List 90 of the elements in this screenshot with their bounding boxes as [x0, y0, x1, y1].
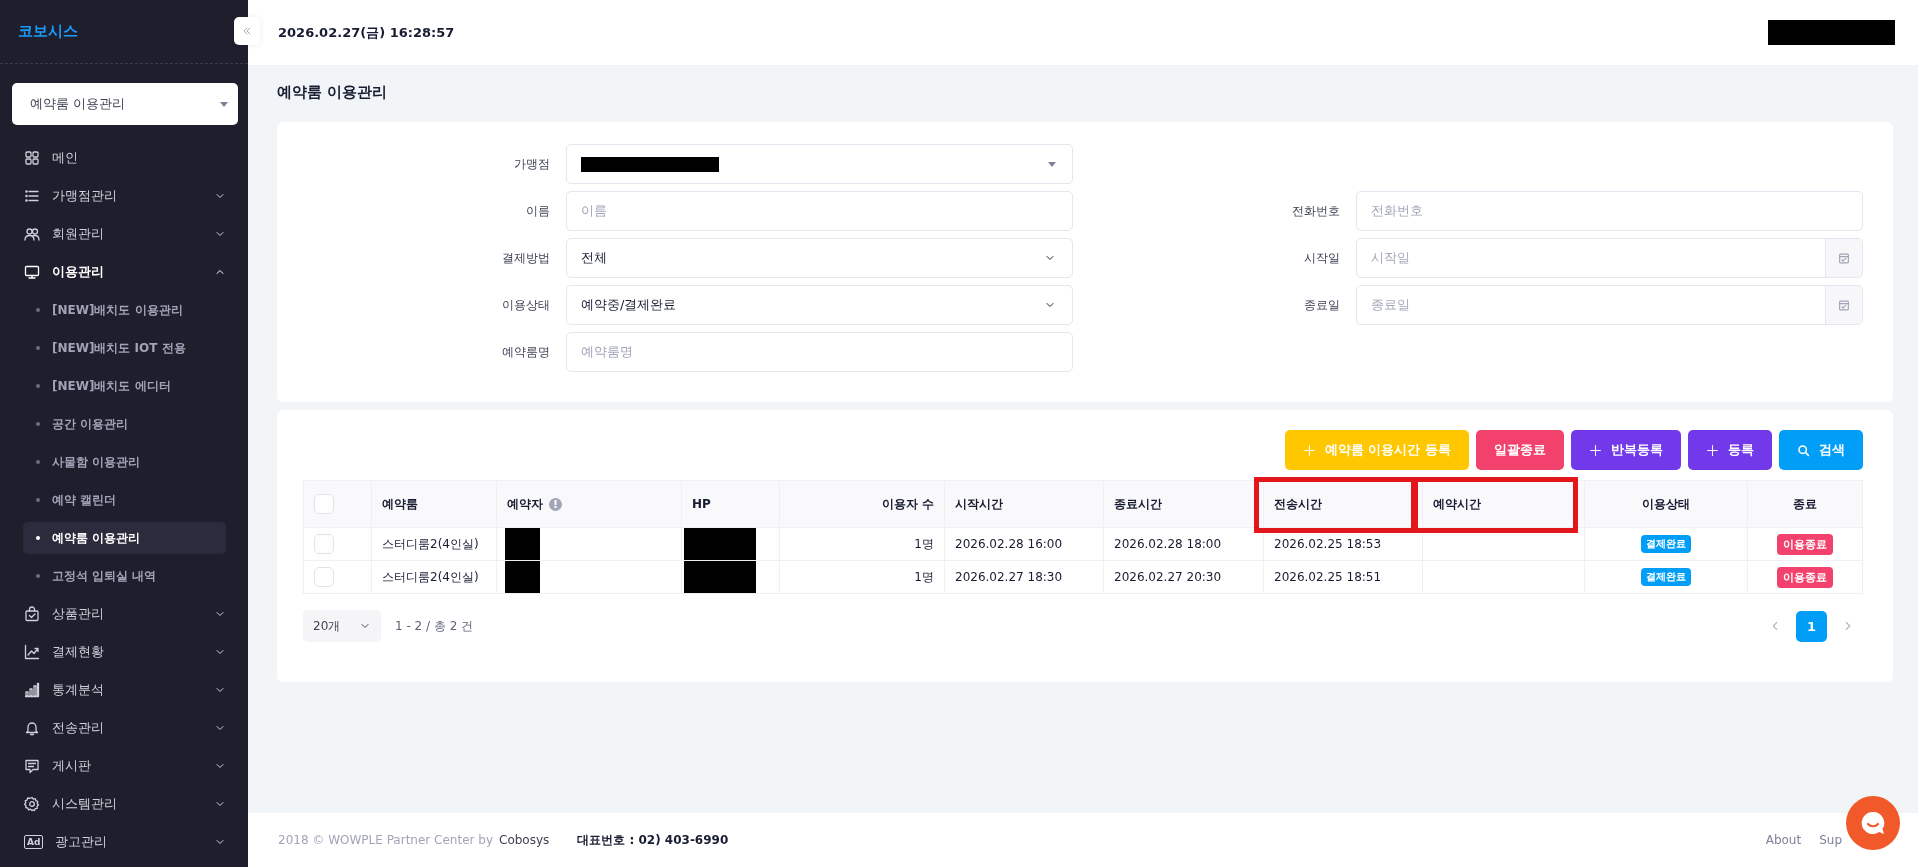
table-cell: 1명 — [779, 527, 945, 561]
column-header: 이용자 수 — [779, 480, 945, 528]
checkbox[interactable] — [314, 567, 334, 587]
table-cell: 2026.02.27 18:30 — [944, 560, 1104, 594]
action-button[interactable]: 일괄종료 — [1476, 430, 1564, 470]
status-badge: 결제완료 — [1641, 568, 1691, 586]
field-label: 가맹점 — [514, 155, 550, 173]
table-cell: 2026.02.27 20:30 — [1103, 560, 1264, 594]
menu-item[interactable]: 전송관리 — [0, 709, 248, 747]
menu-item[interactable]: 이용관리 — [0, 253, 248, 291]
grid-icon — [24, 150, 40, 166]
bar-chart-icon — [24, 682, 40, 698]
bell-icon — [24, 720, 40, 736]
footer-link[interactable]: About — [1765, 833, 1802, 847]
table-cell: 1명 — [779, 560, 945, 594]
dropdown[interactable]: 예약중/결제완료 — [566, 285, 1073, 325]
menu-item[interactable]: 시스템관리 — [0, 785, 248, 823]
dropdown[interactable]: 전체 — [566, 238, 1073, 278]
status-badge: 결제완료 — [1641, 535, 1691, 553]
store-select[interactable] — [566, 144, 1073, 184]
submenu-item[interactable]: [NEW]배치도 이용관리 — [23, 294, 226, 326]
message-icon — [24, 758, 40, 774]
plus-icon — [1302, 443, 1316, 457]
page-size-select[interactable]: 20개 — [303, 610, 381, 642]
table-cell: 스터디룸2(4인실) — [371, 527, 497, 561]
calendar-icon — [1837, 251, 1851, 265]
caret-icon — [1048, 161, 1056, 167]
column-header: 종료 — [1747, 480, 1863, 528]
search-icon — [1797, 443, 1810, 457]
datetime: 2026.02.27(금) 16:28:57 — [278, 23, 455, 42]
collapse-button[interactable] — [234, 17, 260, 45]
field-label: 결제방법 — [502, 249, 550, 267]
submenu-item[interactable]: [NEW]배치도 IOT 전용 — [23, 332, 226, 364]
column-header-text: 예약자 — [507, 495, 543, 513]
menu-item[interactable]: 회원관리 — [0, 215, 248, 253]
column-header: 종료시간 — [1103, 480, 1264, 528]
submenu-item[interactable]: 예약룸 이용관리 — [23, 522, 226, 554]
trend-chart-icon — [24, 644, 40, 660]
end-use-button[interactable]: 이용종료 — [1777, 533, 1833, 555]
ad-icon: Ad — [24, 835, 44, 849]
bag-check-icon — [24, 606, 40, 622]
field-label: 전화번호 — [1292, 202, 1340, 220]
field-label: 이름 — [526, 202, 550, 220]
menu-selector[interactable]: 예약룸 이용관리 — [12, 83, 238, 125]
checkbox[interactable] — [314, 494, 334, 514]
submenu-item[interactable]: 사물함 이용관리 — [23, 446, 226, 478]
action-button[interactable]: 반복등록 — [1571, 430, 1681, 470]
column-header: 예약룸 — [371, 480, 497, 528]
menu-item[interactable]: 통계분석 — [0, 671, 248, 709]
menu-item[interactable]: 상품관리 — [0, 595, 248, 633]
submenu-item[interactable]: 예약 캘린더 — [23, 484, 226, 516]
monitor-icon — [24, 264, 40, 280]
company-link[interactable]: Cobosys — [499, 833, 550, 847]
menu-item[interactable]: Ad 광고관리 — [0, 823, 248, 861]
gear-icon — [24, 796, 40, 812]
logo[interactable]: 코보시스 — [18, 22, 78, 41]
table-cell: 2026.02.28 16:00 — [944, 527, 1104, 561]
plus-icon — [1589, 443, 1602, 457]
phone-number: 대표번호 : 02) 403-6990 — [577, 831, 729, 849]
table-cell: 스터디룸2(4인실) — [371, 560, 497, 594]
chat-bubble-icon — [1859, 809, 1887, 837]
page-title: 예약룸 이용관리 — [276, 82, 389, 103]
action-button[interactable]: 등록 — [1688, 430, 1772, 470]
column-header: HP — [681, 480, 780, 528]
submenu-item[interactable]: [NEW]배치도 에디터 — [23, 370, 226, 402]
submenu-item[interactable]: 고정석 입퇴실 내역 — [23, 560, 226, 592]
table-cell: 2026.02.25 18:51 — [1263, 560, 1423, 594]
result-summary: 1 - 2 / 총 2 건 — [395, 617, 474, 635]
menu-item[interactable]: 결제현황 — [0, 633, 248, 671]
field-label: 예약룸명 — [502, 343, 550, 361]
field-label: 시작일 — [1304, 249, 1340, 267]
copyright-text: 2018 © WOWPLE Partner Center by — [278, 833, 493, 847]
plus-icon — [1706, 443, 1719, 457]
menu-item[interactable]: 게시판 — [0, 747, 248, 785]
calendar-icon — [1837, 298, 1851, 312]
field-label: 이용상태 — [502, 296, 550, 314]
caret-icon — [220, 101, 228, 107]
field-label: 종료일 — [1304, 296, 1340, 314]
menu-item[interactable]: 메인 — [0, 139, 248, 177]
submenu-item[interactable]: 공간 이용관리 — [23, 408, 226, 440]
list-icon — [24, 188, 40, 204]
users-icon — [24, 226, 40, 242]
footer-link[interactable]: Sup — [1819, 833, 1842, 847]
end-use-button[interactable]: 이용종료 — [1777, 566, 1833, 588]
column-header: 시작시간 — [944, 480, 1104, 528]
double-chevron-left-icon — [241, 25, 253, 37]
menu-item[interactable]: 가맹점관리 — [0, 177, 248, 215]
checkbox[interactable] — [314, 534, 334, 554]
column-header: 이용상태 — [1584, 480, 1748, 528]
info-icon — [549, 497, 562, 511]
